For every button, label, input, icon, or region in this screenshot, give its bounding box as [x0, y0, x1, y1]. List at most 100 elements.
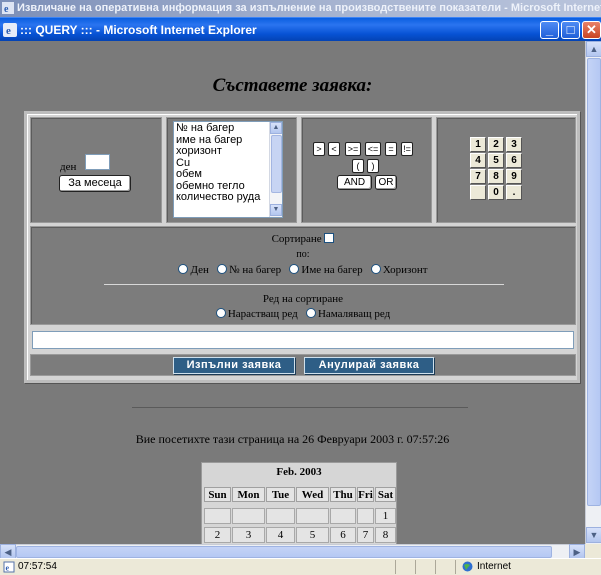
key-2-button[interactable]: 2: [488, 137, 504, 152]
weekday-header: Sat: [375, 487, 396, 502]
scroll-left-icon[interactable]: ◀: [0, 544, 16, 559]
listbox-scrollbar[interactable]: ▲ ▼: [269, 122, 282, 217]
vertical-scroll-thumb[interactable]: [587, 58, 601, 506]
key-3-button[interactable]: 3: [506, 137, 522, 152]
calendar-date: 3: [232, 527, 265, 543]
key-1-button[interactable]: 1: [470, 137, 486, 152]
scroll-corner: [585, 544, 601, 558]
operator-gte-button[interactable]: >=: [345, 142, 361, 156]
status-bar: e 07:57:54 Internet: [0, 558, 601, 575]
list-item[interactable]: обем: [176, 168, 282, 181]
calendar-date: 4: [266, 527, 295, 543]
calendar-date: [232, 508, 265, 524]
sort-options: Ден № на багер Име на багер Хоризонт: [31, 264, 575, 276]
calendar-date: 7: [357, 527, 374, 543]
query-text-field[interactable]: [32, 331, 574, 349]
order-option-label: Намаляващ ред: [317, 308, 391, 320]
ie-icon: e: [3, 23, 17, 37]
minimize-icon: _: [545, 22, 554, 37]
order-option-desc[interactable]: Намаляващ ред: [305, 308, 391, 320]
calendar-date: 6: [330, 527, 356, 543]
key-9-button[interactable]: 9: [506, 169, 522, 184]
vertical-scrollbar[interactable]: ▲ ▼: [585, 41, 601, 544]
scroll-up-icon[interactable]: ▲: [270, 122, 282, 134]
maximize-icon: □: [566, 22, 575, 37]
key-dot-button[interactable]: .: [506, 185, 522, 200]
weekday-header: Mon: [232, 487, 265, 502]
field-listbox[interactable]: № на багер име на багер хоризонт Cu обем…: [173, 121, 283, 218]
calendar-month: Feb. 2003: [276, 466, 322, 478]
radio-icon[interactable]: [370, 264, 381, 274]
key-0-button[interactable]: 0: [488, 185, 504, 200]
key-7-button[interactable]: 7: [470, 169, 486, 184]
close-icon: ✕: [586, 22, 597, 37]
horizontal-scrollbar[interactable]: ◀ ▶: [0, 544, 585, 559]
maximize-button[interactable]: □: [561, 21, 580, 39]
ie-titlebar[interactable]: e ::: QUERY ::: - Microsoft Internet Exp…: [0, 17, 601, 41]
listbox-scroll-thumb[interactable]: [271, 135, 282, 193]
sort-option-day[interactable]: Ден: [178, 264, 209, 276]
radio-icon[interactable]: [289, 264, 300, 274]
globe-icon: [462, 561, 473, 572]
calendar-date: [266, 508, 295, 524]
operator-lte-button[interactable]: <=: [365, 142, 381, 156]
key-8-button[interactable]: 8: [488, 169, 504, 184]
operator-gt-button[interactable]: >: [313, 142, 325, 156]
month-button[interactable]: За месеца: [59, 175, 131, 192]
list-item[interactable]: количество руда: [176, 191, 282, 204]
radio-icon[interactable]: [178, 264, 189, 274]
svg-text:e: e: [6, 564, 10, 573]
operator-lt-button[interactable]: <: [328, 142, 340, 156]
open-paren-button[interactable]: (: [352, 159, 364, 173]
calendar-date: 5: [296, 527, 329, 543]
sort-row: Сортиране: [31, 233, 575, 245]
and-button[interactable]: AND: [337, 175, 372, 190]
sort-option-bagger-no[interactable]: № на багер: [217, 264, 281, 276]
scroll-down-icon[interactable]: ▼: [270, 204, 282, 216]
key-blank-button[interactable]: [470, 185, 486, 200]
status-time: 07:57:54: [18, 561, 57, 572]
actions-row: Изпълни заявка Анулирай заявка: [30, 354, 576, 376]
page-icon: e: [3, 561, 15, 573]
execute-query-button[interactable]: Изпълни заявка: [173, 357, 295, 374]
operators-cell: > < >= <= = != ( ) AND OR: [301, 117, 432, 223]
scroll-up-icon[interactable]: ▲: [586, 41, 601, 57]
sort-checkbox[interactable]: [324, 233, 335, 243]
sort-option-bagger-name[interactable]: Име на багер: [289, 264, 363, 276]
weekday-header: Tue: [266, 487, 295, 502]
close-paren-button[interactable]: ): [367, 159, 379, 173]
visit-text: Вие посетихте тази страница на 26 Февруа…: [135, 432, 450, 446]
radio-icon[interactable]: [305, 308, 316, 318]
order-option-label: Нарастващ ред: [227, 308, 298, 320]
parent-window-title: Извличане на оперативна информация за из…: [17, 2, 601, 14]
horizontal-scroll-thumb[interactable]: [16, 546, 552, 558]
operator-eq-button[interactable]: =: [385, 142, 397, 156]
sort-label: Сортиране: [271, 233, 322, 245]
day-cell: ден За месеца: [30, 117, 162, 223]
close-button[interactable]: ✕: [582, 21, 601, 39]
status-pane: [415, 560, 435, 574]
radio-icon[interactable]: [215, 308, 226, 318]
calendar-date: [330, 508, 356, 524]
svg-text:e: e: [6, 25, 11, 37]
day-input[interactable]: [85, 154, 110, 170]
page-title: Съставете заявка:: [212, 75, 373, 96]
order-option-asc[interactable]: Нарастващ ред: [215, 308, 298, 320]
sort-option-label: № на багер: [229, 264, 282, 276]
window-title: ::: QUERY ::: - Microsoft Internet Explo…: [20, 23, 257, 37]
scroll-down-icon[interactable]: ▼: [586, 527, 601, 543]
status-pane: [395, 560, 415, 574]
or-button[interactable]: OR: [375, 175, 397, 190]
calendar-date: 8: [375, 527, 396, 543]
cancel-query-button[interactable]: Анулирай заявка: [304, 357, 434, 374]
sort-option-horizon[interactable]: Хоризонт: [370, 264, 428, 276]
radio-icon[interactable]: [217, 264, 228, 274]
key-5-button[interactable]: 5: [488, 153, 504, 168]
key-6-button[interactable]: 6: [506, 153, 522, 168]
scroll-right-icon[interactable]: ▶: [569, 544, 585, 559]
list-item[interactable]: № на багер: [176, 122, 282, 135]
list-item[interactable]: хоризонт: [176, 145, 282, 158]
operator-neq-button[interactable]: !=: [401, 142, 413, 156]
key-4-button[interactable]: 4: [470, 153, 486, 168]
minimize-button[interactable]: _: [540, 21, 559, 39]
